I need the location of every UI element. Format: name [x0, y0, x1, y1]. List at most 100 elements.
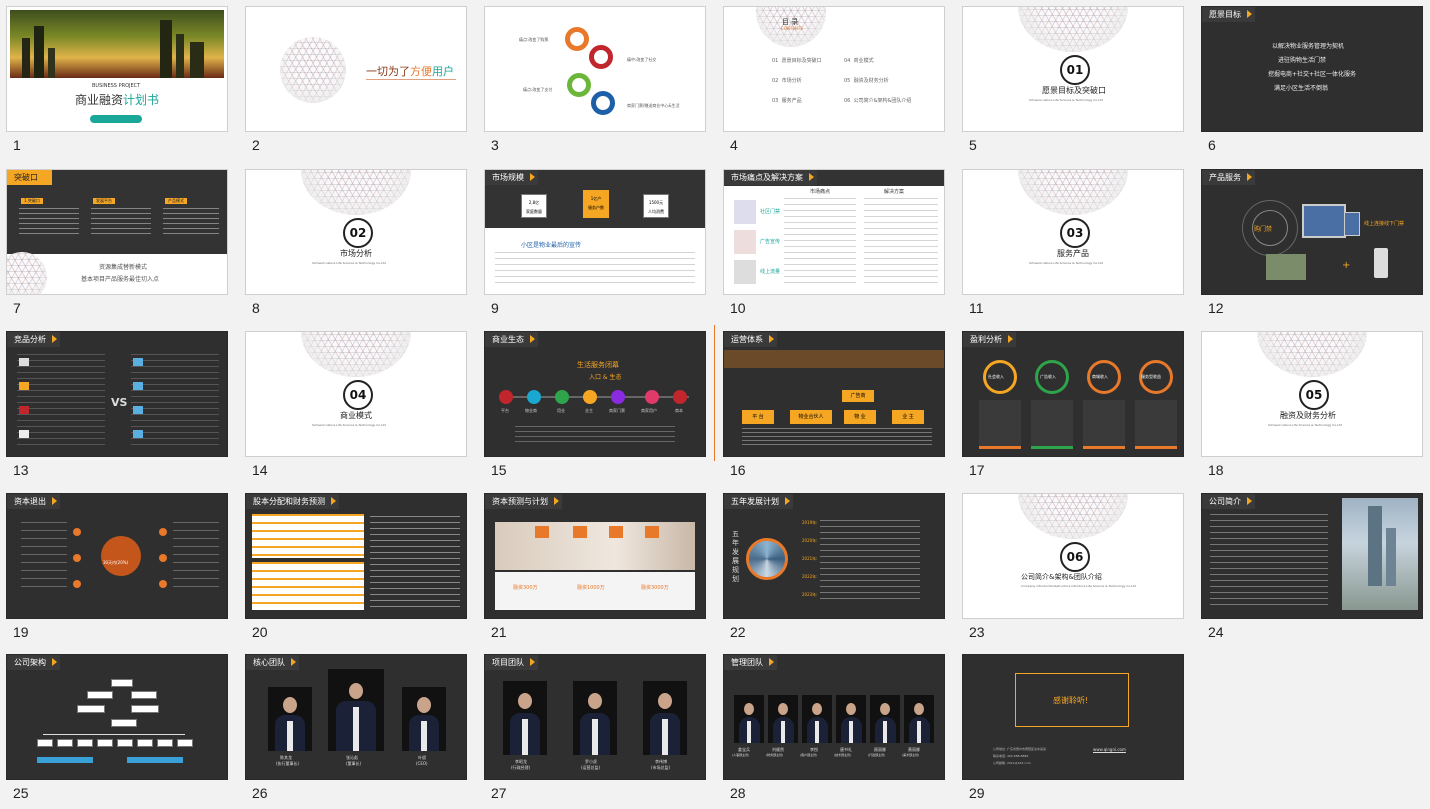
slide-17-canvas[interactable]: 盈利分析 社会收入 广告收入 商城收入 服务型收益 — [962, 331, 1184, 457]
node-label: 平台 — [501, 408, 509, 413]
slide-thumb-15[interactable]: 商业生态 生活服务闭幕 入口 & 生态 平台 物业商 用业 业主 商家门票 商家… — [478, 325, 716, 486]
slide-21-canvas[interactable]: 资本预测与计划 融资300万 融资1000万 融资3000万 — [484, 493, 706, 619]
slide-thumb-14[interactable]: 04 商业模式 Schwarz nature Life Science & Te… — [239, 325, 477, 486]
point-1: 痛点:改变了购票 — [519, 37, 549, 42]
slide-thumb-3[interactable]: 痛点:改变了购票 痛中:改变了社交 痛点:改变了支付 商家门票/赠送商业中心&生… — [478, 0, 716, 161]
slide-11-canvas[interactable]: 03 服务产品 Schwarz nature Life Science & Te… — [962, 169, 1184, 295]
vision-line: 满足小区生活不倒翁 — [1274, 85, 1329, 92]
col-header: 1.突破口 — [21, 198, 43, 204]
slide-25-canvas[interactable]: 公司架构 — [6, 654, 228, 780]
slide-27-canvas[interactable]: 项目团队 李昭龙 (行政经理) 罗小虎 (运营总监) 李伟博 (市场总监) — [484, 654, 706, 780]
slide-22-canvas[interactable]: 五年发展计划 五年发展规划 2019年: 2020年: 2021年: 2022年… — [723, 493, 945, 619]
vision-line: 进驻购物生活门禁 — [1278, 57, 1327, 64]
slide-number: 21 — [491, 624, 507, 640]
flow-node: 物业合伙人 — [790, 410, 832, 424]
slide-5-canvas[interactable]: 01 愿景目标及突破口 Schwarz nature Life Science … — [962, 6, 1184, 132]
slide-number: 18 — [1208, 462, 1224, 478]
slide-thumb-23[interactable]: 06 公司简介&架构&团队介绍 Company introduction&str… — [956, 487, 1194, 648]
subline: 入口 & 生态 — [589, 374, 622, 381]
team-photo — [904, 695, 934, 743]
section-title: 融资及财务分析 — [1280, 411, 1336, 420]
slide-thumb-6[interactable]: 愿景目标 以解决物业服务管理为契机 进驻购物生活门禁 挖掘电商+社交+社区一体化… — [1195, 0, 1430, 161]
slide-26-canvas[interactable]: 核心团队 陈其龙 (执行董事长) 张沁彪 (董事长) 叶斌 (CEO) — [245, 654, 467, 780]
section-title: 市场分析 — [340, 249, 372, 258]
slide-number: 25 — [13, 785, 29, 801]
section-number: 02 — [343, 218, 373, 248]
slide-3-canvas[interactable]: 痛点:改变了购票 痛中:改变了社交 痛点:改变了支付 商家门票/赠送商业中心&生… — [484, 6, 706, 132]
point-3: 痛点:改变了支付 — [523, 87, 553, 92]
globe-graphic — [1018, 494, 1128, 539]
slide-thumb-17[interactable]: 盈利分析 社会收入 广告收入 商城收入 服务型收益 17 — [956, 325, 1194, 486]
slide-thumb-19[interactable]: 资本退出 30天内(20%) 19 — [0, 487, 238, 648]
slide-thumb-1[interactable]: BUSINESS PROJECT 商业融资计划书 1 — [0, 0, 238, 161]
slide-thumb-16[interactable]: 运营体系 广告商 平 台 物业合伙人 物 业 业 主 16 — [714, 325, 955, 486]
slide-thumb-7[interactable]: 突破口 1.突破口 发展平台 产品模式 资源集成替新模式 基本项目产品服务最佳切… — [0, 163, 238, 324]
slide-13-canvas[interactable]: 竞品分析 VS — [6, 331, 228, 457]
slide-thumb-29[interactable]: 感谢聆听! 公司地址: 广东省惠州市惠阳区淡水某某 联系电话: 400-888-… — [956, 648, 1194, 809]
slide-title: 商业融资计划书 — [75, 93, 160, 107]
section-tag: 产品服务 — [1202, 170, 1255, 185]
team-photo — [836, 695, 866, 743]
slide-10-canvas[interactable]: 市场痛点及解决方案 市场痛点 解决方案 社区门禁 广告宣传 线上流量 — [723, 169, 945, 295]
flow-node: 业 主 — [892, 410, 924, 424]
slide-thumb-9[interactable]: 市场规模 2,8亿 家庭数量 1亿户 服务户数 1500元 人均消费 小区是物业最后的… — [478, 163, 716, 324]
slide-thumb-27[interactable]: 项目团队 李昭龙 (行政经理) 罗小虎 (运营总监) 李伟博 (市场总监) 27 — [478, 648, 716, 809]
slide-thumb-26[interactable]: 核心团队 陈其龙 (执行董事长) 张沁彪 (董事长) 叶斌 (CEO) 26 — [239, 648, 477, 809]
section-number: 03 — [1060, 218, 1090, 248]
member-role: (技术部主管) — [834, 753, 852, 757]
section-tag: 资本退出 — [7, 494, 60, 509]
website-link[interactable]: www.qingni.com — [1093, 747, 1126, 752]
slide-thumb-24[interactable]: 公司简介 24 — [1195, 487, 1430, 648]
slide-thumb-18[interactable]: 05 融资及财务分析 Schwarz nature Life Science &… — [1195, 325, 1430, 486]
section-number: 04 — [343, 380, 373, 410]
slide-thumb-12[interactable]: 产品服务 购门禁 线上连接线下门禁 + 12 — [1195, 163, 1430, 324]
slide-8-canvas[interactable]: 02 市场分析 Schwarz nature Life Science & Te… — [245, 169, 467, 295]
slide-number: 29 — [969, 785, 985, 801]
slide-thumb-11[interactable]: 03 服务产品 Schwarz nature Life Science & Te… — [956, 163, 1194, 324]
slide-thumb-21[interactable]: 资本预测与计划 融资300万 融资1000万 融资3000万 21 — [478, 487, 716, 648]
vision-line: 以解决物业服务管理为契机 — [1272, 43, 1345, 50]
slide-thumb-22[interactable]: 五年发展计划 五年发展规划 2019年: 2020年: 2021年: 2022年… — [717, 487, 955, 648]
section-tag: 竞品分析 — [7, 332, 60, 347]
slide-thumb-4[interactable]: 目 录 CONTENTS 01 愿景目标及突破口 02 市场分析 03 服务产品… — [717, 0, 955, 161]
slide-thumb-2[interactable]: 一切为了方便用户 2 — [239, 0, 477, 161]
slide-9-canvas[interactable]: 市场规模 2,8亿 家庭数量 1亿户 服务户数 1500元 人均消费 小区是物业最后的… — [484, 169, 706, 295]
section-number: 05 — [1299, 380, 1329, 410]
slide-7-canvas[interactable]: 突破口 1.突破口 发展平台 产品模式 资源集成替新模式 基本项目产品服务最佳切… — [6, 169, 228, 295]
slide-6-canvas[interactable]: 愿景目标 以解决物业服务管理为契机 进驻购物生活门禁 挖掘电商+社交+社区一体化… — [1201, 6, 1423, 132]
slide-20-canvas[interactable]: 股本分配和财务预测 — [245, 493, 467, 619]
member-role: (人事部主管) — [732, 753, 750, 757]
label: 社区门禁 — [760, 209, 781, 215]
slide-16-canvas[interactable]: 运营体系 广告商 平 台 物业合伙人 物 业 业 主 — [723, 331, 945, 457]
slide-thumb-5[interactable]: 01 愿景目标及突破口 Schwarz nature Life Science … — [956, 0, 1194, 161]
slide-thumb-13[interactable]: 竞品分析 VS 13 — [0, 325, 238, 486]
slide-24-canvas[interactable]: 公司简介 — [1201, 493, 1423, 619]
slide-number: 5 — [969, 137, 977, 153]
section-tag: 愿景目标 — [1202, 7, 1255, 22]
slide-12-canvas[interactable]: 产品服务 购门禁 线上连接线下门禁 + — [1201, 169, 1423, 295]
slide-1-canvas[interactable]: BUSINESS PROJECT 商业融资计划书 — [6, 6, 228, 132]
slide-thumb-8[interactable]: 02 市场分析 Schwarz nature Life Science & Te… — [239, 163, 477, 324]
slide-18-canvas[interactable]: 05 融资及财务分析 Schwarz nature Life Science &… — [1201, 331, 1423, 457]
slide-4-canvas[interactable]: 目 录 CONTENTS 01 愿景目标及突破口 02 市场分析 03 服务产品… — [723, 6, 945, 132]
slide-2-canvas[interactable]: 一切为了方便用户 — [245, 6, 467, 132]
globe-graphic — [1018, 7, 1128, 52]
slide-thumb-20[interactable]: 股本分配和财务预测 20 — [239, 487, 477, 648]
slide-thumb-10[interactable]: 市场痛点及解决方案 市场痛点 解决方案 社区门禁 广告宣传 线上流量 10 — [717, 163, 955, 324]
slide-14-canvas[interactable]: 04 商业模式 Schwarz nature Life Science & Te… — [245, 331, 467, 457]
node-label: 物业商 — [525, 408, 537, 413]
col-header: 解决方案 — [884, 189, 905, 195]
slide-29-canvas[interactable]: 感谢聆听! 公司地址: 广东省惠州市惠阳区淡水某某 联系电话: 400-888-… — [962, 654, 1184, 780]
label: 线上连接线下门禁 — [1364, 221, 1405, 227]
team-photo — [643, 681, 687, 755]
slide-number: 3 — [491, 137, 499, 153]
slide-thumb-25[interactable]: 公司架构 25 — [0, 648, 238, 809]
slide-28-canvas[interactable]: 管理团队 姜宝兵 (人事部主管) 刘顺然 (财务部主管) 李悦 (客户部主管) … — [723, 654, 945, 780]
slide-15-canvas[interactable]: 商业生态 生活服务闭幕 入口 & 生态 平台 物业商 用业 业主 商家门票 商家… — [484, 331, 706, 457]
price: 融资300万 — [513, 585, 538, 591]
slide-thumb-28[interactable]: 管理团队 姜宝兵 (人事部主管) 刘顺然 (财务部主管) 李悦 (客户部主管) … — [717, 648, 955, 809]
slide-23-canvas[interactable]: 06 公司简介&架构&团队介绍 Company introduction&str… — [962, 493, 1184, 619]
globe-graphic — [7, 252, 47, 294]
slide-number: 1 — [13, 137, 21, 153]
slide-19-canvas[interactable]: 资本退出 30天内(20%) — [6, 493, 228, 619]
